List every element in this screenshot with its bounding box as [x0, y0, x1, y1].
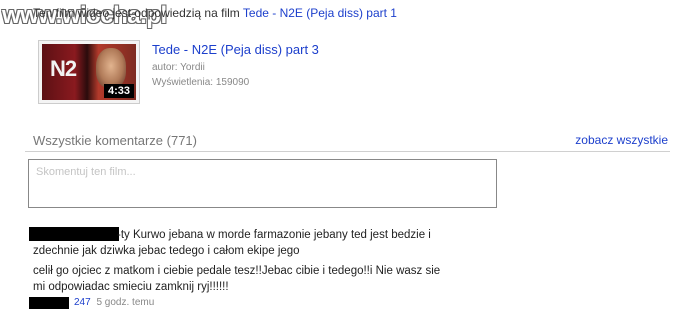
response-notice: Ten film wideo jest odpowiedzią na film …	[33, 6, 397, 20]
video-duration: 4:33	[103, 84, 134, 98]
video-thumbnail[interactable]: N2 4:33	[38, 40, 140, 104]
redacted-username	[29, 297, 69, 309]
redacted-username	[29, 227, 119, 241]
thumbnail-image[interactable]: N2 4:33	[42, 44, 136, 100]
thumbnail-face	[96, 48, 126, 88]
original-video-link[interactable]: Tede - N2E (Peja diss) part 1	[243, 6, 397, 20]
comment-line: celił go ojciec z matkom i ciebie pedale…	[33, 265, 441, 277]
video-title-link[interactable]: Tede - N2E (Peja diss) part 3	[152, 42, 319, 57]
response-prefix: Ten film wideo jest odpowiedzią na film	[33, 6, 243, 20]
video-views: Wyświetlenia: 159090	[152, 77, 250, 88]
comment-input[interactable]	[28, 159, 497, 208]
comment-timestamp: 5 godz. temu	[96, 297, 155, 308]
comments-header: Wszystkie komentarze (771) zobacz wszyst…	[25, 130, 670, 152]
thumbnail-logo-text: N2	[50, 56, 77, 81]
comment-votes[interactable]: 247	[74, 297, 91, 308]
comment-line: -ty Kurwo jebana w morde farmazonie jeba…	[117, 229, 431, 241]
comment-meta: 247 5 godz. temu	[74, 297, 154, 308]
comments-count-label: Wszystkie komentarze (771)	[33, 133, 197, 148]
comment-line: mi odpowiadac smieciu zamknij ryj!!!!!!	[33, 281, 229, 293]
comment-line: zdechnie jak dziwka jebac tedego i całom…	[33, 245, 300, 257]
video-author: autor: Yordii	[152, 62, 205, 73]
see-all-comments-link[interactable]: zobacz wszystkie	[575, 133, 668, 147]
